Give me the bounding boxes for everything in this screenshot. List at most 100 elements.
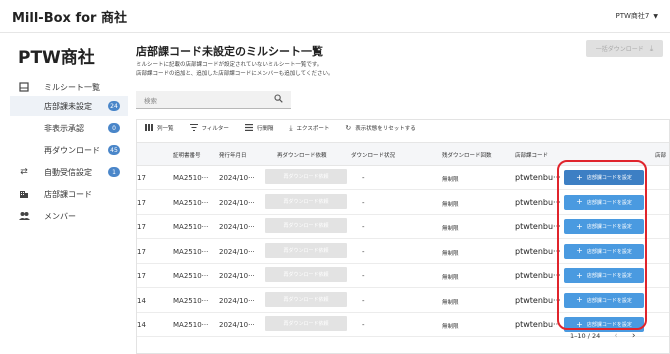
sidebar-item-auto-receive[interactable]: ⇄ 自動受信設定 1 <box>10 162 128 182</box>
assign-label: 店部課コードを設定 <box>586 297 632 304</box>
cell-cert-number: MA2510··· <box>173 247 209 256</box>
redownload-request-button[interactable]: 再ダウンロード依頼 <box>265 316 347 331</box>
table-row[interactable]: 17 MA2510··· 2024/10··· 再ダウンロード依頼 - 無制限 ptwten… <box>137 166 669 190</box>
table-row[interactable]: 17 MA2510··· 2024/10··· 再ダウンロード依頼 - 無制限 ptwten… <box>137 191 669 215</box>
bulk-download-button[interactable]: 一括ダウンロード ⤓ <box>586 40 663 57</box>
cell-remaining: 無制限 <box>442 250 459 257</box>
swap-icon: ⇄ <box>20 167 28 177</box>
export-button[interactable]: ⤓ エクスポート <box>289 124 329 133</box>
table-row[interactable]: 17 MA2510··· 2024/10··· 再ダウンロード依頼 - 無制限 ptwten… <box>137 240 669 264</box>
redownload-request-button[interactable]: 再ダウンロード依頼 <box>265 291 347 307</box>
redownload-request-button[interactable]: 再ダウンロード依頼 <box>265 218 347 233</box>
assign-dept-code-button[interactable]: + 店部課コードを設定 <box>564 317 644 332</box>
cell-lead: 14 <box>137 321 146 329</box>
main-content: 店部課コード未設定のミルシート一覧 ミルシートに記載の店部課コードが設定されてい… <box>131 33 670 354</box>
cell-lead: 17 <box>137 272 146 280</box>
filter-button[interactable]: フィルター <box>189 123 229 133</box>
assign-dept-code-button[interactable]: + 店部課コードを設定 <box>564 170 644 185</box>
count-badge: 45 <box>108 145 120 155</box>
cell-cert-number: MA2510··· <box>173 296 209 305</box>
redownload-request-button[interactable]: 再ダウンロード依頼 <box>265 267 347 282</box>
table-row[interactable]: 17 MA2510··· 2024/10··· 再ダウンロード依頼 - 無制限 ptwten… <box>137 215 669 239</box>
table-row[interactable]: 14 MA2510··· 2024/10··· 再ダウンロード依頼 - 無制限 ptwten… <box>137 289 669 313</box>
sidebar-item-dept-code[interactable]: 店部課コード <box>10 184 128 204</box>
sidebar-item-redownload[interactable]: 再ダウンロード 45 <box>10 140 128 160</box>
cell-download-status: - <box>362 223 365 231</box>
sidebar-item-label: 再ダウンロード <box>44 145 100 155</box>
cell-issue-date: 2024/10··· <box>219 272 255 280</box>
assign-dept-code-button[interactable]: + 店部課コードを設定 <box>564 194 644 210</box>
cell-download-status: - <box>362 174 365 182</box>
sidebar-item-label: 店部課コード <box>44 189 92 199</box>
sidebar-item-unassigned[interactable]: 店部課未設定 24 <box>10 96 128 116</box>
search-input[interactable]: 検索 <box>136 91 291 109</box>
filter-icon <box>189 123 198 133</box>
column-header[interactable]: 店部課コード <box>515 151 548 159</box>
next-page-icon[interactable]: › <box>632 331 636 341</box>
cell-cert-number: MA2510··· <box>173 174 209 182</box>
assign-label: 店部課コードを設定 <box>586 273 632 279</box>
plus-icon: + <box>576 295 583 304</box>
cell-lead: 17 <box>137 174 146 182</box>
download-icon: ⤓ <box>649 43 654 53</box>
column-header[interactable]: 店部 <box>655 151 666 159</box>
description-line: ミルシートに記載の店部課コードが設定されていないミルシート一覧です。 <box>136 62 323 68</box>
count-badge: 0 <box>108 123 120 133</box>
count-badge: 1 <box>108 167 120 177</box>
reset-view-button[interactable]: ↻ 表示状態をリセットする <box>345 124 415 132</box>
column-header[interactable]: ダウンロード状況 <box>351 151 395 159</box>
sidebar-item-label: ミルシート一覧 <box>44 82 100 92</box>
sidebar-item-label: 店部課未設定 <box>44 101 92 111</box>
prev-page-icon[interactable]: ‹ <box>614 331 618 341</box>
cell-dept-code: ptwtenbu··· <box>515 197 561 207</box>
app-bar: Mill-Box for 商社 PTW商社7 ▼ <box>0 0 670 33</box>
column-header[interactable]: 残ダウンロード回数 <box>442 151 492 159</box>
cell-cert-number: MA2510··· <box>173 321 209 329</box>
assign-label: 店部課コードを設定 <box>586 224 632 230</box>
cell-lead: 17 <box>137 247 146 256</box>
column-header[interactable]: 発行年月日 <box>219 151 247 159</box>
sidebar-item-members[interactable]: メンバー <box>10 206 128 226</box>
assign-dept-code-button[interactable]: + 店部課コードを設定 <box>564 292 644 308</box>
cell-dept-code: ptwtenbu··· <box>515 271 561 280</box>
sidebar-item-hidden-approval[interactable]: 非表示承認 0 <box>10 118 128 138</box>
export-label: エクスポート <box>296 126 330 132</box>
brand-logo[interactable]: Mill-Box for 商社 <box>12 7 127 26</box>
columns-button[interactable]: 列一覧 <box>145 123 174 133</box>
row-density-button[interactable]: 行間隔 <box>244 123 273 133</box>
sidebar-item-label: 自動受信設定 <box>44 167 92 177</box>
account-name: PTW商社7 <box>615 12 650 20</box>
assign-dept-code-button[interactable]: + 店部課コードを設定 <box>564 219 644 234</box>
assign-dept-code-button[interactable]: + 店部課コードを設定 <box>564 243 644 259</box>
column-header[interactable]: 証明書番号 <box>173 151 201 159</box>
grid-toolbar: 列一覧 フィルター 行間隔 ⤓ エクスポート ↻ 表示状態をリセットする <box>137 120 669 136</box>
plus-icon: + <box>576 221 583 231</box>
redownload-request-button[interactable]: 再ダウンロード依頼 <box>265 193 347 209</box>
column-header[interactable]: 再ダウンロード依頼 <box>277 151 327 159</box>
assign-label: 店部課コードを設定 <box>586 175 632 181</box>
cell-download-status: - <box>362 272 365 280</box>
cell-download-status: - <box>362 198 365 207</box>
table-row[interactable]: 17 MA2510··· 2024/10··· 再ダウンロード依頼 - 無制限 ptwten… <box>137 264 669 288</box>
cell-dept-code: ptwtenbu··· <box>515 222 561 231</box>
cell-issue-date: 2024/10··· <box>219 174 255 182</box>
export-icon: ⤓ <box>289 123 293 132</box>
redownload-request-button[interactable]: 再ダウンロード依頼 <box>265 242 347 258</box>
filter-label: フィルター <box>201 126 229 132</box>
page-range: 1–10 / 24 <box>570 332 601 340</box>
reset-icon: ↻ <box>345 124 352 132</box>
cell-remaining: 無制限 <box>442 201 459 208</box>
assign-dept-code-button[interactable]: + 店部課コードを設定 <box>564 268 644 283</box>
columns-icon <box>145 123 153 133</box>
sidebar-item-millsheet-list[interactable]: ミルシート一覧 <box>10 77 128 97</box>
cell-lead: 14 <box>137 296 146 305</box>
sheet-icon <box>18 81 30 93</box>
account-menu[interactable]: PTW商社7 ▼ <box>616 11 659 21</box>
reset-label: 表示状態をリセットする <box>355 126 416 132</box>
redownload-request-button[interactable]: 再ダウンロード依頼 <box>265 169 347 184</box>
cell-remaining: 無制限 <box>442 177 459 183</box>
search-icon[interactable] <box>274 93 283 106</box>
cell-remaining: 無制限 <box>442 275 459 281</box>
page-description: ミルシートに記載の店部課コードが設定されていないミルシート一覧です。 店部課コー… <box>136 61 333 79</box>
cell-remaining: 無制限 <box>442 299 459 306</box>
